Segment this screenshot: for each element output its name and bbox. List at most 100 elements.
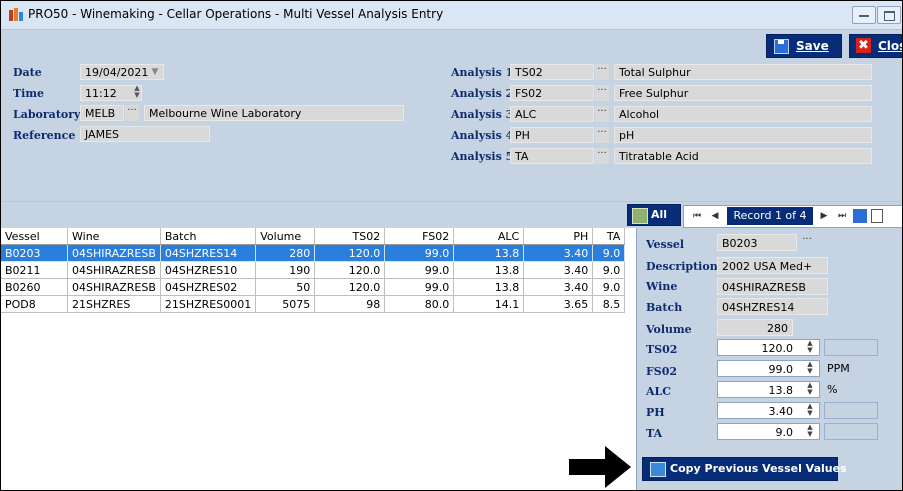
- cell-ta[interactable]: 9.0: [592, 261, 626, 279]
- ellipsis-icon[interactable]: ···: [595, 85, 609, 101]
- ellipsis-icon[interactable]: ···: [595, 148, 609, 164]
- app-window: PRO50 - Winemaking - Cellar Operations -…: [0, 0, 903, 491]
- cell-wine[interactable]: 04SHIRAZRESB: [67, 278, 161, 296]
- dropdown-icon[interactable]: ▼: [148, 64, 162, 80]
- ellipsis-icon[interactable]: ···: [125, 105, 139, 121]
- cell-alc[interactable]: 14.1: [453, 295, 525, 313]
- cell-ta[interactable]: 8.5: [592, 295, 626, 313]
- cell-volume[interactable]: 50: [255, 278, 316, 296]
- cell-ts02[interactable]: 120.0: [314, 261, 386, 279]
- analysis-4-code-field[interactable]: PH: [510, 127, 594, 143]
- cell-batch[interactable]: 04SHZRES14: [160, 244, 257, 262]
- ellipsis-icon[interactable]: ···: [595, 106, 609, 122]
- spinner-icon[interactable]: ▲ ▼: [805, 361, 815, 376]
- analysis-4-name-field: pH: [614, 127, 872, 143]
- cell-fs02[interactable]: 99.0: [384, 261, 455, 279]
- cell-ts02[interactable]: 98: [314, 295, 386, 313]
- cell-volume[interactable]: 280: [255, 244, 316, 262]
- cell-vessel[interactable]: B0203: [1, 244, 68, 262]
- cell-volume[interactable]: 5075: [255, 295, 316, 313]
- copy-previous-vessel-values-button[interactable]: Copy Previous Vessel Values: [642, 457, 847, 481]
- ellipsis-icon[interactable]: ···: [800, 234, 814, 250]
- cell-ta[interactable]: 9.0: [592, 278, 626, 296]
- laboratory-code-field[interactable]: MELB: [80, 105, 124, 121]
- spinner-icon[interactable]: ▲ ▼: [805, 403, 815, 418]
- reference-field[interactable]: JAMES: [80, 126, 210, 142]
- col-fs02[interactable]: FS02: [384, 228, 455, 245]
- col-ta[interactable]: TA: [592, 228, 626, 245]
- table-row[interactable]: B0211 04SHIRAZRESB 04SHZRES10 190 120.0 …: [1, 261, 626, 279]
- laboratory-name-field: Melbourne Wine Laboratory: [144, 105, 404, 121]
- cell-alc[interactable]: 13.8: [453, 244, 525, 262]
- analysis-5-label: Analysis 5: [451, 150, 514, 163]
- cell-ph[interactable]: 3.40: [523, 244, 594, 262]
- ellipsis-icon[interactable]: ···: [595, 64, 609, 80]
- close-button[interactable]: ✖ Clos: [849, 34, 902, 58]
- analysis-3-code-field[interactable]: ALC: [510, 106, 594, 122]
- analysis-2-label: Analysis 2: [451, 87, 514, 100]
- cell-ph[interactable]: 3.40: [523, 278, 594, 296]
- table-row[interactable]: B0260 04SHIRAZRESB 04SHZRES02 50 120.0 9…: [1, 278, 626, 296]
- save-button[interactable]: Save: [766, 34, 842, 58]
- maximize-button[interactable]: [877, 6, 901, 24]
- analysis-3-name-field: Alcohol: [614, 106, 872, 122]
- save-record-icon[interactable]: [853, 209, 867, 223]
- cell-batch[interactable]: 04SHZRES10: [160, 261, 257, 279]
- vessel-field[interactable]: B0203: [717, 234, 797, 251]
- cell-ph[interactable]: 3.65: [523, 295, 594, 313]
- col-ph[interactable]: PH: [523, 228, 594, 245]
- cell-alc[interactable]: 13.8: [453, 278, 525, 296]
- fs02-label: FS02: [646, 365, 678, 378]
- cell-wine[interactable]: 21SHZRES: [67, 295, 161, 313]
- prev-record-icon[interactable]: ◀: [708, 209, 722, 223]
- col-volume[interactable]: Volume: [255, 228, 316, 245]
- spinner-icon[interactable]: ▲ ▼: [805, 424, 815, 439]
- spinner-icon[interactable]: ▲ ▼: [132, 85, 142, 101]
- cell-vessel[interactable]: B0211: [1, 261, 68, 279]
- next-record-icon[interactable]: ▶: [817, 209, 831, 223]
- analysis-2-name-field: Free Sulphur: [614, 85, 872, 101]
- cell-alc[interactable]: 13.8: [453, 261, 525, 279]
- save-icon: [774, 39, 789, 54]
- cell-wine[interactable]: 04SHIRAZRESB: [67, 261, 161, 279]
- all-label: All: [651, 208, 668, 221]
- col-wine[interactable]: Wine: [67, 228, 161, 245]
- cell-ta[interactable]: 9.0: [592, 244, 626, 262]
- analysis-2-code-field[interactable]: FS02: [510, 85, 594, 101]
- spinner-icon[interactable]: ▲ ▼: [805, 382, 815, 397]
- copy-icon: [650, 462, 666, 477]
- analysis-5-code-field[interactable]: TA: [510, 148, 594, 164]
- cell-vessel[interactable]: POD8: [1, 295, 68, 313]
- new-record-icon[interactable]: [871, 209, 883, 223]
- analysis-1-code-field[interactable]: TS02: [510, 64, 594, 80]
- minimize-icon: [859, 15, 869, 17]
- col-ts02[interactable]: TS02: [314, 228, 386, 245]
- record-indicator: Record 1 of 4: [727, 207, 813, 225]
- last-record-icon[interactable]: ⏭: [835, 209, 849, 223]
- cell-fs02[interactable]: 80.0: [384, 295, 455, 313]
- wine-label: Wine: [646, 280, 678, 293]
- table-row[interactable]: POD8 21SHZRES 21SHZRES0001 5075 98 80.0 …: [1, 295, 626, 313]
- volume-label: Volume: [646, 323, 692, 336]
- analysis-5-name-field: Titratable Acid: [614, 148, 872, 164]
- table-row[interactable]: B0203 04SHIRAZRESB 04SHZRES14 280 120.0 …: [1, 244, 626, 262]
- first-record-icon[interactable]: ⏮: [690, 209, 704, 223]
- cell-ph[interactable]: 3.40: [523, 261, 594, 279]
- all-button[interactable]: All: [627, 204, 681, 226]
- spinner-icon[interactable]: ▲ ▼: [805, 340, 815, 355]
- ellipsis-icon[interactable]: ···: [595, 127, 609, 143]
- cell-batch[interactable]: 04SHZRES02: [160, 278, 257, 296]
- cell-fs02[interactable]: 99.0: [384, 244, 455, 262]
- col-batch[interactable]: Batch: [160, 228, 257, 245]
- cell-fs02[interactable]: 99.0: [384, 278, 455, 296]
- cell-vessel[interactable]: B0260: [1, 278, 68, 296]
- col-alc[interactable]: ALC: [453, 228, 525, 245]
- cell-ts02[interactable]: 120.0: [314, 278, 386, 296]
- cell-batch[interactable]: 21SHZRES0001: [160, 295, 257, 313]
- minimize-button[interactable]: [852, 6, 876, 24]
- cell-volume[interactable]: 190: [255, 261, 316, 279]
- close-label: Clos: [878, 39, 902, 53]
- cell-ts02[interactable]: 120.0: [314, 244, 386, 262]
- cell-wine[interactable]: 04SHIRAZRESB: [67, 244, 161, 262]
- col-vessel[interactable]: Vessel: [1, 228, 68, 245]
